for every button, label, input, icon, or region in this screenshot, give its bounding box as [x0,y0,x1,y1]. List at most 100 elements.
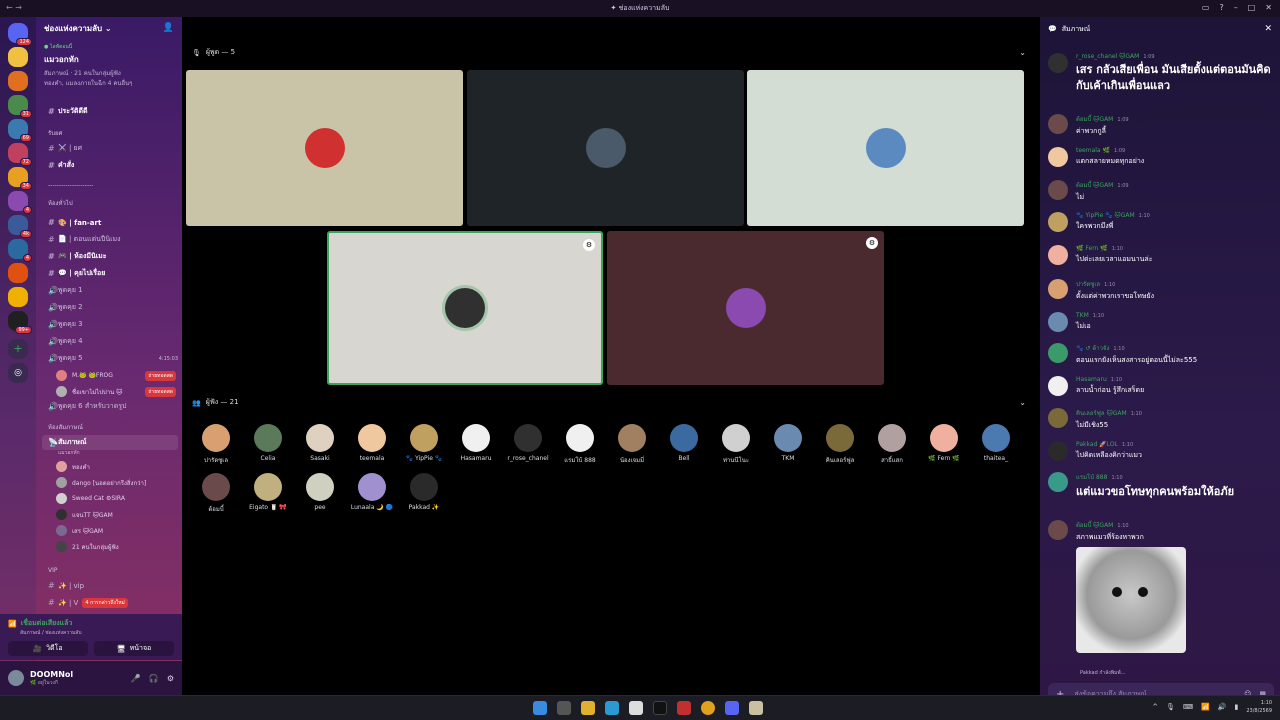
audience-member[interactable]: ต้อมบี้ [192,473,240,514]
message-author[interactable]: 🐾 YipPie 🐾 🐱GAM 1:10 [1076,212,1150,219]
server-header[interactable]: ช่องแห่งความลับ ⌄ 👤 [36,17,182,39]
speaker-tile[interactable] [467,70,744,226]
audience-member[interactable]: 🌿 Fern 🌿 [920,424,968,462]
maximize-icon[interactable]: □ [1248,3,1256,12]
audience-member[interactable]: คินเลอร์ฟูล [816,424,864,465]
avatar[interactable] [1048,376,1068,396]
audience-member[interactable]: Sasaki [296,424,344,462]
server-name[interactable]: ช่องแห่งความลับ ⌄ [44,22,112,35]
message-author[interactable]: ต้อมบี้ 🐱GAM 1:10 [1076,520,1186,530]
audience-member[interactable]: teemala [348,424,396,462]
explore-icon[interactable]: ◎ [8,363,28,383]
speaker-tile[interactable]: ⚙ [607,231,884,385]
chevron-down-icon[interactable]: ⌄ [1019,48,1026,57]
search-icon[interactable] [557,701,571,715]
new-mentions-badge[interactable]: 4 การกล่าวถึงใหม่ [82,597,128,608]
voice-sub[interactable]: สัมภาษณ์ / ช่องแห่งความลับ [20,629,174,637]
message-author[interactable]: 🐾 ↺ ต้าวจัง 1:10 [1076,343,1197,353]
volume-icon[interactable]: 🔊 [1218,703,1227,711]
audience-member[interactable]: ปารัดซูเล [192,424,240,465]
avatar[interactable] [8,670,24,686]
audience-member[interactable]: 🐾 YipPie 🐾 [400,424,448,462]
minimize-icon[interactable]: – [1234,3,1238,12]
help-icon[interactable]: ? [1219,3,1223,12]
message-author[interactable]: teemala 🌿 1:09 [1076,147,1144,154]
server-icon[interactable]: 99+ [8,311,32,334]
channel-category[interactable]: ห้องทั่วไป [42,195,178,210]
chevron-down-icon[interactable]: ⌄ [1019,398,1026,407]
attachment-image[interactable] [1076,547,1186,653]
video-button[interactable]: 🎥 วิดีโอ [8,641,88,656]
avatar[interactable] [1048,472,1068,492]
voice-channel[interactable]: 🔊 พูดคุย 5 4:15:03 [42,351,178,366]
channel-category[interactable]: VIP [42,563,178,578]
start-icon[interactable] [533,701,547,715]
stage-user[interactable]: Sweed Cat ⚙SIRA [56,491,176,506]
chrome-icon[interactable] [701,701,715,715]
server-icon[interactable]: 34 [8,167,32,190]
wifi-icon[interactable]: 📶 [1201,703,1210,711]
message-author[interactable]: TKM 1:10 [1076,312,1104,319]
keyboard-icon[interactable]: ⌨ [1183,703,1193,711]
audience-member[interactable]: น้องเจมมี่ [608,424,656,465]
speaker-tile[interactable]: ⚙ [327,231,603,385]
audience-member[interactable]: Hasamaru [452,424,500,462]
speaker-tile[interactable] [747,70,1024,226]
microphone-icon[interactable]: 🎤 [131,674,141,683]
tiktok-icon[interactable] [653,701,667,715]
edge-icon[interactable] [605,701,619,715]
text-channel[interactable]: # 🎨 | fan-art [42,215,178,230]
voice-channel[interactable]: 🔊 พูดคุย 4 [42,334,178,349]
audience-member[interactable]: pee [296,473,344,511]
avatar[interactable] [1048,343,1068,363]
stage-user[interactable]: เสร 🐱GAM [56,523,176,538]
message-author[interactable]: ปารัดซูเล 1:10 [1076,279,1154,289]
text-channel[interactable]: # ✨ | V4 การกล่าวถึงใหม่ [42,595,178,610]
store-icon[interactable] [629,701,643,715]
avatar[interactable] [1048,147,1068,167]
audience-member[interactable]: ท่านนีโนะ [712,424,760,465]
avatar[interactable] [1048,279,1068,299]
stage-user[interactable]: dango [นอตอย่ากรีงสิ่งกว่า] [56,475,176,490]
server-icon[interactable]: 4k [8,215,32,238]
avatar[interactable] [1048,312,1068,332]
voice-user[interactable]: M.🐸 🐸FROG ถ่ายทอดสด [56,368,176,383]
discord-icon[interactable] [725,701,739,715]
text-channel[interactable]: # 🎮 | ห้องมีนิเมะ [42,249,178,264]
speaker-tile[interactable] [186,70,463,226]
audience-member[interactable]: r_rose_chanel [504,424,552,462]
voice-channel[interactable]: 🔊 พูดคุย 6 สำหรับวาดรูป [42,399,178,414]
audience-member[interactable]: Celia [244,424,292,462]
avatar[interactable] [1048,408,1068,428]
app2-icon[interactable] [749,701,763,715]
text-channel[interactable]: # ⚔️ | ยศ [42,141,178,156]
stage-user[interactable]: 21 คนในกลุ่มผู้ฟัง [56,539,176,554]
stage-user[interactable]: ทองคำ [56,459,176,474]
stage-user[interactable]: แจนTT 🐱GAM [56,507,176,522]
server-icon[interactable]: 72 [8,143,32,166]
voice-user[interactable]: ชื่อเขาไม่ไปบ่าน 🐱 ถ่ายทอดสด [56,384,176,399]
add-server-icon[interactable]: + [8,339,28,359]
inbox-icon[interactable]: ▭ [1202,3,1210,12]
text-channel[interactable]: # คำสั่ง [42,158,178,173]
text-channel[interactable]: # ประวัติดีดี [42,104,178,119]
live-event[interactable]: ● ไลฟ์ตอนนี้ แมวอกหัก สัมภาษณ์ · 21 คนใน… [36,39,182,92]
message-author[interactable]: r_rose_chanel 🐱GAM 1:09 [1076,53,1274,60]
folder-icon[interactable] [581,701,595,715]
audience-member[interactable]: Bell [660,424,708,462]
avatar[interactable] [1048,441,1068,461]
server-icon[interactable] [8,71,28,91]
avatar[interactable] [1048,520,1068,540]
avatar[interactable] [1048,180,1068,200]
avatar[interactable] [1048,245,1068,265]
message-author[interactable]: ต้อมบี้ 🐱GAM 1:09 [1076,180,1129,190]
avatar[interactable] [1048,53,1068,73]
mic-tray-icon[interactable]: 🎙 [1166,703,1175,711]
server-icon[interactable] [8,47,28,67]
audience-member[interactable]: Pakkad ✨ [400,473,448,511]
server-icon[interactable] [8,287,28,307]
server-icon[interactable]: 31 [8,95,32,118]
audience-member[interactable]: Eigato 🥛 🎀 [244,473,292,511]
screen-share-button[interactable]: 🖥 หน้าจอ [94,641,174,656]
audience-member[interactable]: แรมโบ้ 888 [556,424,604,465]
